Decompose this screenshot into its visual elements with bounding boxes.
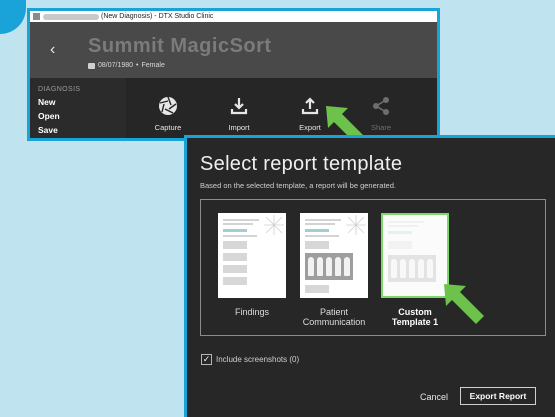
export-icon [301, 97, 319, 115]
cancel-button[interactable]: Cancel [420, 392, 448, 402]
app-window: (New Diagnosis) - DTX Studio Clinic ‹ Su… [27, 8, 440, 141]
template-thumbnail [218, 213, 286, 298]
toolbar: Capture Import Export Share [126, 78, 437, 138]
back-icon[interactable]: ‹ [50, 42, 55, 58]
app-icon [33, 13, 40, 20]
pointer-arrow-template-icon [444, 284, 484, 324]
window-title: (New Diagnosis) - DTX Studio Clinic [101, 13, 214, 20]
dialog-subtitle: Based on the selected template, a report… [200, 181, 396, 190]
xray-image [305, 253, 353, 280]
include-screenshots-label: Include screenshots (0) [216, 355, 300, 364]
template-patient-communication[interactable]: Patient Communication [299, 213, 369, 328]
template-thumbnail [381, 213, 449, 298]
patient-gender: Female [141, 62, 165, 69]
sidebar-item-save[interactable]: Save [38, 125, 126, 135]
template-thumbnail [300, 213, 368, 298]
import-button[interactable]: Import [209, 96, 269, 132]
sidebar-section-label: DIAGNOSIS [38, 86, 81, 93]
patient-name: Summit MagicSort [88, 35, 272, 57]
capture-button[interactable]: Capture [138, 96, 198, 132]
include-screenshots-row[interactable]: ✓ Include screenshots (0) [201, 354, 299, 365]
tooth-chart-icon [264, 215, 284, 235]
template-findings[interactable]: Findings [217, 213, 287, 317]
birthday-icon [88, 62, 95, 69]
sidebar: DIAGNOSIS New Open Save [30, 78, 126, 138]
patient-dob: 08/07/1980 [98, 62, 134, 69]
export-report-button[interactable]: Export Report [460, 387, 536, 405]
xray-image [388, 255, 436, 282]
patient-meta: 08/07/1980 • Female [88, 62, 165, 69]
dialog-title: Select report template [200, 153, 403, 175]
include-screenshots-checkbox[interactable]: ✓ [201, 354, 212, 365]
sidebar-item-new[interactable]: New [38, 97, 126, 107]
redacted-title [43, 13, 99, 20]
tooth-chart-icon [346, 215, 366, 235]
import-label: Import [228, 123, 250, 132]
share-icon [373, 97, 389, 115]
sidebar-item-open[interactable]: Open [38, 111, 126, 121]
meta-separator: • [136, 62, 139, 69]
template-name: Findings [234, 307, 270, 317]
template-list: Findings Patient Communication Custom Te… [200, 199, 546, 336]
report-template-dialog: Select report template Based on the sele… [184, 135, 555, 417]
patient-header: ‹ Summit MagicSort 08/07/1980 • Female [30, 22, 437, 78]
corner-decoration [0, 0, 26, 34]
aperture-icon [159, 96, 177, 115]
import-icon [230, 98, 248, 115]
template-name: Patient Communication [302, 307, 366, 328]
title-bar: (New Diagnosis) - DTX Studio Clinic [30, 11, 437, 22]
capture-label: Capture [154, 123, 182, 132]
